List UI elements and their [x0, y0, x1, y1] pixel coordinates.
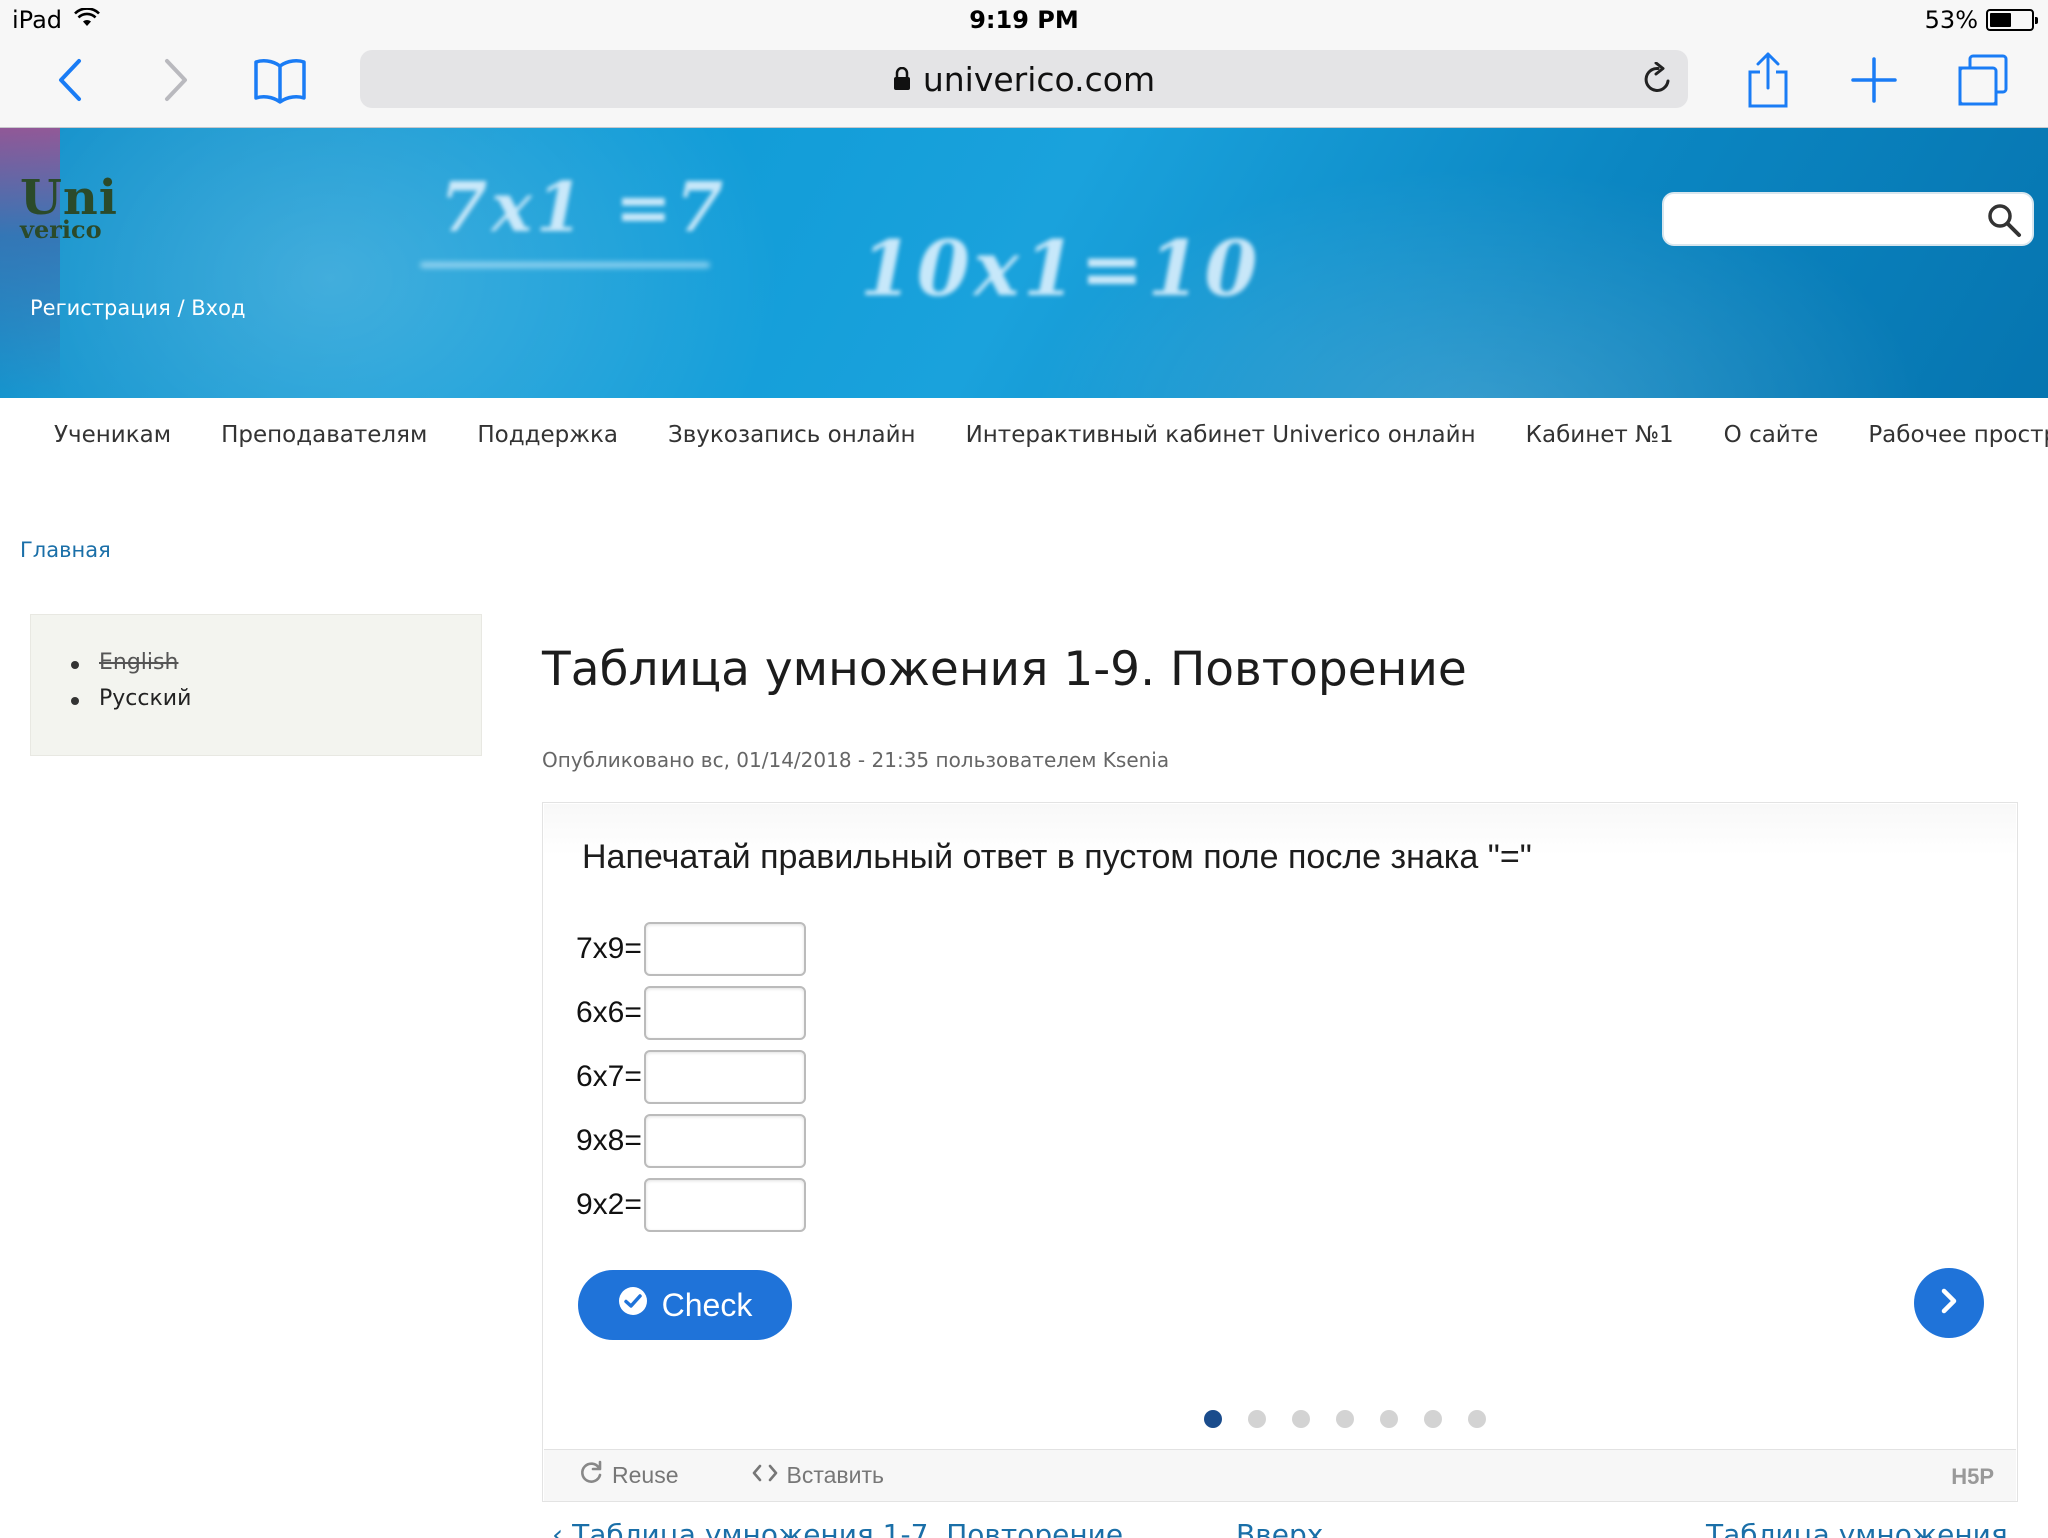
language-item-russian[interactable]: Русский: [71, 681, 481, 717]
forward-icon[interactable]: [148, 52, 204, 108]
browser-toolbar: univerico.com: [0, 40, 2048, 128]
h5p-exercise: Напечатай правильный ответ в пустом поле…: [542, 802, 2018, 1502]
equation-label: 6x6=: [576, 996, 642, 1029]
equation-row: 9x2=: [576, 1178, 806, 1232]
check-circle-icon: [618, 1286, 648, 1324]
breadcrumb: Главная: [20, 538, 111, 562]
menu-item-teachers[interactable]: Преподавателям: [221, 422, 427, 448]
search-icon[interactable]: [1986, 202, 2022, 242]
chalk-equation-2: 10x1=10: [860, 224, 1262, 313]
next-page-button[interactable]: [1914, 1268, 1984, 1338]
reuse-label: Reuse: [612, 1462, 679, 1488]
login-link[interactable]: Вход: [191, 296, 245, 320]
page-dot-7[interactable]: [1468, 1410, 1486, 1428]
exercise-body: Напечатай правильный ответ в пустом поле…: [544, 804, 2016, 1448]
chalk-equation-1: 7x1 =7: [440, 168, 728, 248]
pager-up-link[interactable]: Вверх: [1236, 1518, 1323, 1538]
page-dot-4[interactable]: [1336, 1410, 1354, 1428]
menu-item-about[interactable]: О сайте: [1724, 422, 1819, 448]
chevron-right-icon: [1937, 1286, 1961, 1320]
clock: 9:19 PM: [969, 6, 1079, 34]
answer-input-3[interactable]: [643, 1050, 806, 1104]
battery-percent: 53%: [1924, 6, 1978, 34]
auth-separator: /: [170, 296, 192, 320]
page-dot-3[interactable]: [1292, 1410, 1310, 1428]
status-bar: iPad 9:19 PM 53%: [0, 0, 2048, 40]
new-tab-icon[interactable]: [1846, 52, 1902, 108]
menu-item-audio-recording[interactable]: Звукозапись онлайн: [668, 422, 916, 448]
page-dot-1[interactable]: [1204, 1410, 1222, 1428]
equation-label: 9x8=: [576, 1124, 642, 1157]
back-icon[interactable]: [42, 52, 98, 108]
battery-icon: [1986, 9, 2038, 31]
language-english: English: [99, 650, 179, 675]
page-title: Таблица умножения 1-9. Повторение: [542, 642, 1467, 697]
embed-button[interactable]: Вставить: [752, 1462, 884, 1489]
reuse-icon: [578, 1460, 604, 1492]
reuse-button[interactable]: Reuse: [578, 1460, 678, 1492]
language-list: English Русский: [31, 615, 481, 717]
auth-links: Регистрация / Вход: [30, 296, 245, 320]
answer-input-5[interactable]: [643, 1178, 806, 1232]
post-meta: Опубликовано вс, 01/14/2018 - 21:35 поль…: [542, 748, 1170, 772]
menu-item-interactive-cabinet[interactable]: Интерактивный кабинет Univerico онлайн: [966, 422, 1476, 448]
equation-row: 7x9=: [576, 922, 806, 976]
breadcrumb-home-link[interactable]: Главная: [20, 538, 111, 562]
h5p-logo[interactable]: H5P: [1951, 1464, 1994, 1490]
page-indicator: [544, 1410, 2016, 1428]
lock-icon: [893, 60, 911, 99]
book-navigation: ‹ Таблица умножения 1-7. Повторение Ввер…: [542, 1518, 2018, 1538]
answer-input-2[interactable]: [643, 986, 806, 1040]
equation-label: 7x9=: [576, 932, 642, 965]
equation-label: 9x2=: [576, 1188, 642, 1221]
page-dot-6[interactable]: [1424, 1410, 1442, 1428]
menu-item-students[interactable]: Ученикам: [54, 422, 171, 448]
address-bar[interactable]: univerico.com: [360, 50, 1688, 108]
equation-label: 6x7=: [576, 1060, 642, 1093]
menu-item-support[interactable]: Поддержка: [477, 422, 618, 448]
answer-input-1[interactable]: [643, 922, 806, 976]
language-switcher: English Русский: [30, 614, 482, 756]
pager-next-link[interactable]: Таблица умножения 8 ›: [1706, 1518, 2018, 1538]
code-icon: [752, 1462, 778, 1489]
check-button[interactable]: Check: [578, 1270, 792, 1340]
register-link[interactable]: Регистрация: [30, 296, 171, 320]
chalk-underline: [420, 262, 710, 268]
task-instructions: Напечатай правильный ответ в пустом поле…: [582, 838, 1532, 876]
banner-decoration: [0, 128, 60, 398]
url-text: univerico.com: [922, 59, 1156, 99]
page-dot-2[interactable]: [1248, 1410, 1266, 1428]
reload-icon[interactable]: [1642, 61, 1674, 104]
status-right: 53%: [1924, 6, 2038, 34]
main-menu: Ученикам Преподавателям Поддержка Звукоз…: [0, 398, 2048, 472]
pager-prev-link[interactable]: ‹ Таблица умножения 1-7. Повторение: [552, 1518, 1123, 1538]
site-search-input[interactable]: [1662, 192, 2034, 246]
battery-level: [1990, 13, 2011, 27]
embed-label: Вставить: [786, 1462, 884, 1488]
h5p-footer: Reuse Вставить H5P: [544, 1449, 2016, 1501]
menu-item-workspace[interactable]: Рабочее пространство: [1868, 422, 2048, 448]
bookmarks-icon[interactable]: [252, 52, 308, 108]
language-item-english: English: [71, 645, 481, 681]
equation-row: 6x7=: [576, 1050, 806, 1104]
tabs-icon[interactable]: [1954, 52, 2010, 108]
share-icon[interactable]: [1740, 52, 1796, 108]
equation-row: 6x6=: [576, 986, 806, 1040]
site-logo[interactable]: Uni verico: [20, 174, 118, 242]
answer-input-4[interactable]: [643, 1114, 806, 1168]
language-russian[interactable]: Русский: [99, 686, 191, 711]
equation-row: 9x8=: [576, 1114, 806, 1168]
menu-item-cabinet-1[interactable]: Кабинет №1: [1526, 422, 1674, 448]
page-dot-5[interactable]: [1380, 1410, 1398, 1428]
check-label: Check: [661, 1286, 753, 1323]
site-header: 7x1 =7 10x1=10 Uni verico Регистрация / …: [0, 128, 2048, 398]
